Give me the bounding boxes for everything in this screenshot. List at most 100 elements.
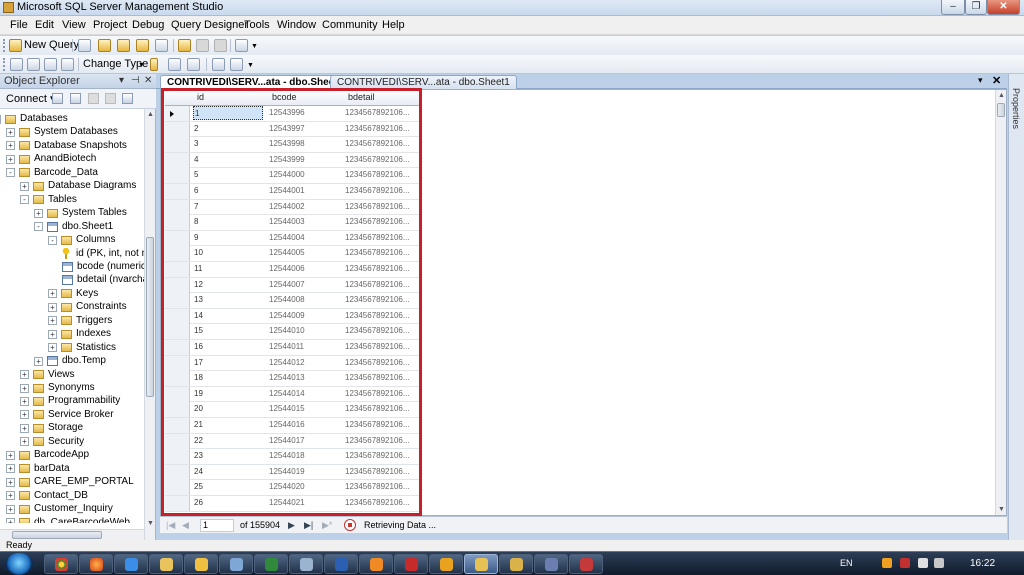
open-file-icon[interactable] bbox=[178, 39, 191, 52]
row-selector[interactable] bbox=[165, 215, 190, 231]
cell-bdetail[interactable]: 1234567892106... bbox=[345, 387, 415, 401]
cell-id[interactable]: 7 bbox=[194, 200, 264, 214]
start-button[interactable] bbox=[5, 553, 33, 575]
cell-bcode[interactable]: 12543996 bbox=[269, 106, 339, 120]
cell-bdetail[interactable]: 1234567892106... bbox=[345, 168, 415, 182]
table-row[interactable]: 15 12544010 1234567892106... bbox=[165, 324, 420, 340]
cell-bcode[interactable]: 12544007 bbox=[269, 278, 339, 292]
cell-id[interactable]: 8 bbox=[194, 215, 264, 229]
row-selector[interactable] bbox=[165, 371, 190, 387]
cell-id[interactable]: 11 bbox=[194, 262, 264, 276]
expand-icon[interactable]: + bbox=[20, 181, 29, 191]
cell-id[interactable]: 17 bbox=[194, 356, 264, 370]
cell-id[interactable]: 12 bbox=[194, 278, 264, 292]
tree-node[interactable]: + barData bbox=[6, 463, 70, 476]
expand-icon[interactable]: + bbox=[34, 208, 43, 218]
expand-icon[interactable]: + bbox=[20, 423, 29, 433]
cell-id[interactable]: 21 bbox=[194, 418, 264, 432]
cell-bdetail[interactable]: 1234567892106... bbox=[345, 480, 415, 494]
cell-bdetail[interactable]: 1234567892106... bbox=[345, 418, 415, 432]
cell-id[interactable]: 9 bbox=[194, 231, 264, 245]
row-selector[interactable] bbox=[165, 496, 190, 511]
show-criteria-pane-icon[interactable] bbox=[27, 58, 40, 71]
scroll-thumb[interactable] bbox=[12, 531, 102, 539]
taskbar-internet-explorer[interactable] bbox=[114, 554, 148, 574]
expand-icon[interactable]: + bbox=[48, 316, 57, 326]
toolbar-options-icon[interactable]: ▼ bbox=[251, 43, 258, 50]
tree-node[interactable]: + Synonyms bbox=[20, 382, 95, 395]
row-selector[interactable] bbox=[165, 168, 190, 184]
tree-node[interactable]: + Service Broker bbox=[20, 409, 114, 422]
connect-button[interactable]: Connect ▾ bbox=[6, 92, 56, 105]
close-button[interactable]: ✕ bbox=[987, 0, 1020, 15]
expand-icon[interactable]: + bbox=[20, 383, 29, 393]
cell-id[interactable]: 24 bbox=[194, 465, 264, 479]
row-selector[interactable] bbox=[165, 137, 190, 153]
expand-icon[interactable]: + bbox=[34, 356, 43, 366]
row-selector[interactable] bbox=[165, 121, 190, 137]
cell-bdetail[interactable]: 1234567892106... bbox=[345, 356, 415, 370]
table-row[interactable]: 8 12544003 1234567892106... bbox=[165, 215, 420, 231]
table-row[interactable]: 7 12544002 1234567892106... bbox=[165, 199, 420, 216]
row-selector[interactable] bbox=[165, 152, 190, 168]
cell-bcode[interactable]: 12544013 bbox=[269, 371, 339, 385]
tree-node[interactable]: + CARE_EMP_PORTAL bbox=[6, 476, 134, 489]
expand-icon[interactable]: + bbox=[20, 410, 29, 420]
collapse-icon[interactable]: - bbox=[48, 235, 57, 245]
tree-node[interactable]: + Storage bbox=[20, 422, 83, 435]
cell-id[interactable]: 4 bbox=[194, 153, 264, 167]
cell-bdetail[interactable]: 1234567892106... bbox=[345, 106, 415, 120]
cell-bdetail[interactable]: 1234567892106... bbox=[345, 278, 415, 292]
taskbar-app-16[interactable] bbox=[569, 554, 603, 574]
cell-bdetail[interactable]: 1234567892106... bbox=[345, 371, 415, 385]
taskbar-app-15[interactable] bbox=[534, 554, 568, 574]
expand-icon[interactable]: + bbox=[6, 491, 15, 501]
cell-id[interactable]: 23 bbox=[194, 449, 264, 463]
expand-icon[interactable]: + bbox=[6, 518, 15, 523]
cell-bcode[interactable]: 12543999 bbox=[269, 153, 339, 167]
expand-icon[interactable]: + bbox=[6, 504, 15, 514]
tab-sheet1-second[interactable]: CONTRIVEDI\SERV...ata - dbo.Sheet1 bbox=[330, 75, 517, 89]
table-row[interactable]: 25 12544020 1234567892106... bbox=[165, 480, 420, 496]
cell-bdetail[interactable]: 1234567892106... bbox=[345, 122, 415, 136]
expand-icon[interactable]: + bbox=[48, 289, 57, 299]
new-query-button[interactable]: New Query bbox=[24, 39, 79, 51]
connect-object-explorer-icon[interactable] bbox=[52, 93, 63, 104]
cell-bcode[interactable]: 12544010 bbox=[269, 324, 339, 338]
table-row[interactable]: 16 12544011 1234567892106... bbox=[165, 340, 420, 356]
row-selector[interactable] bbox=[165, 433, 190, 449]
tree-node[interactable]: + Database Snapshots bbox=[6, 140, 127, 153]
expand-icon[interactable]: + bbox=[48, 343, 57, 353]
tree-node[interactable]: + Constraints bbox=[48, 301, 127, 314]
cell-bcode[interactable]: 12544008 bbox=[269, 293, 339, 307]
taskbar-app-8[interactable] bbox=[289, 554, 323, 574]
table-row[interactable]: 24 12544019 1234567892106... bbox=[165, 464, 420, 481]
cell-bcode[interactable]: 12544004 bbox=[269, 231, 339, 245]
tree-node[interactable]: - dbo.Sheet1 bbox=[34, 221, 113, 234]
language-indicator[interactable]: EN bbox=[840, 558, 853, 568]
tree-node[interactable]: - Tables bbox=[20, 194, 77, 207]
tree-node[interactable]: + Customer_Inquiry bbox=[6, 503, 113, 516]
row-selector[interactable] bbox=[165, 246, 190, 262]
table-row[interactable]: 21 12544016 1234567892106... bbox=[165, 418, 420, 434]
column-header-bcode[interactable]: bcode bbox=[272, 92, 297, 102]
cell-bdetail[interactable]: 1234567892106... bbox=[345, 262, 415, 276]
scroll-up-arrow-icon[interactable]: ▲ bbox=[998, 92, 1005, 100]
cell-id[interactable]: 20 bbox=[194, 402, 264, 416]
toolbar-options-icon[interactable]: ▼ bbox=[247, 62, 254, 69]
filter-icon[interactable] bbox=[105, 93, 116, 104]
cell-bcode[interactable]: 12544012 bbox=[269, 356, 339, 370]
table-row[interactable]: 11 12544006 1234567892106... bbox=[165, 262, 420, 278]
properties-tab-label[interactable]: Properties bbox=[1011, 88, 1021, 129]
table-row[interactable]: 6 12544001 1234567892106... bbox=[165, 184, 420, 200]
tree-node[interactable]: bdetail (nvarchar(m bbox=[62, 274, 144, 287]
last-record-icon[interactable]: ▶| bbox=[304, 520, 313, 531]
taskbar-excel[interactable] bbox=[254, 554, 288, 574]
cell-id[interactable]: 16 bbox=[194, 340, 264, 354]
add-table-icon[interactable] bbox=[212, 58, 225, 71]
object-explorer-vertical-scrollbar[interactable]: ▲ ▼ bbox=[144, 109, 155, 540]
tab-sheet1-active[interactable]: CONTRIVEDI\SERV...ata - dbo.Sheet1 bbox=[160, 75, 351, 90]
table-row[interactable]: 14 12544009 1234567892106... bbox=[165, 308, 420, 325]
menu-project[interactable]: Project bbox=[93, 19, 127, 31]
pane-menu-icon[interactable]: ▾ bbox=[119, 75, 124, 86]
